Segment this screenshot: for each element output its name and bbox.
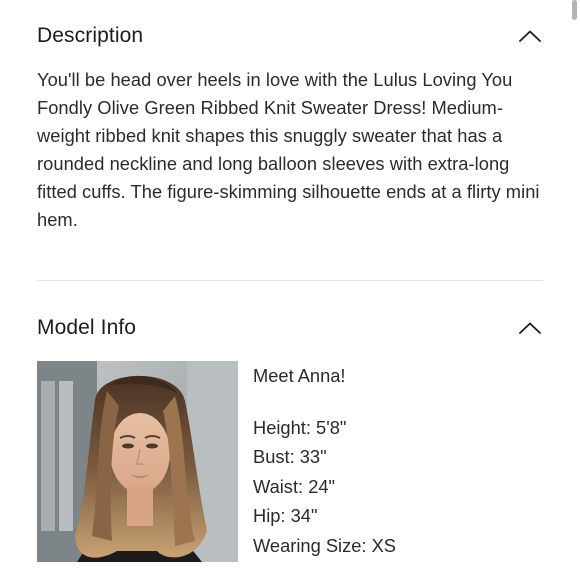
stat-label: Waist: <box>253 475 304 497</box>
stat-label: Bust: <box>253 446 295 467</box>
model-info-header[interactable]: Model Info <box>37 312 543 344</box>
stat-label: Height: <box>253 416 311 438</box>
model-stat-bust: Bust: 33" <box>253 442 396 472</box>
stat-value: XS <box>371 534 396 556</box>
stat-value: 33" <box>299 446 327 467</box>
model-photo <box>37 361 238 562</box>
description-title: Description <box>37 24 144 47</box>
model-info-title: Model Info <box>37 316 137 339</box>
model-intro: Meet Anna! <box>253 365 346 386</box>
chevron-up-icon[interactable] <box>517 320 543 336</box>
stat-value: 34" <box>290 505 318 526</box>
section-divider <box>37 280 543 281</box>
stat-label: Hip: <box>253 505 286 526</box>
model-stat-height: Height: 5'8" <box>253 413 396 443</box>
chevron-up-icon[interactable] <box>517 28 543 44</box>
stat-label: Wearing Size: <box>253 534 367 556</box>
product-details-page: Description You'll be head over heels in… <box>0 0 580 580</box>
model-stat-waist: Waist: 24" <box>253 472 396 502</box>
model-stat-hip: Hip: 34" <box>253 501 396 531</box>
model-info-details: Meet Anna! Height: 5'8" Bust: 33" Waist:… <box>253 361 396 560</box>
stat-value: 5'8" <box>316 416 347 438</box>
scrollbar-thumb[interactable] <box>572 0 577 20</box>
model-stat-wearing-size: Wearing Size: XS <box>253 531 396 561</box>
description-text: You'll be head over heels in love with t… <box>37 69 540 230</box>
stat-value: 24" <box>308 475 336 497</box>
description-header[interactable]: Description <box>37 20 543 52</box>
